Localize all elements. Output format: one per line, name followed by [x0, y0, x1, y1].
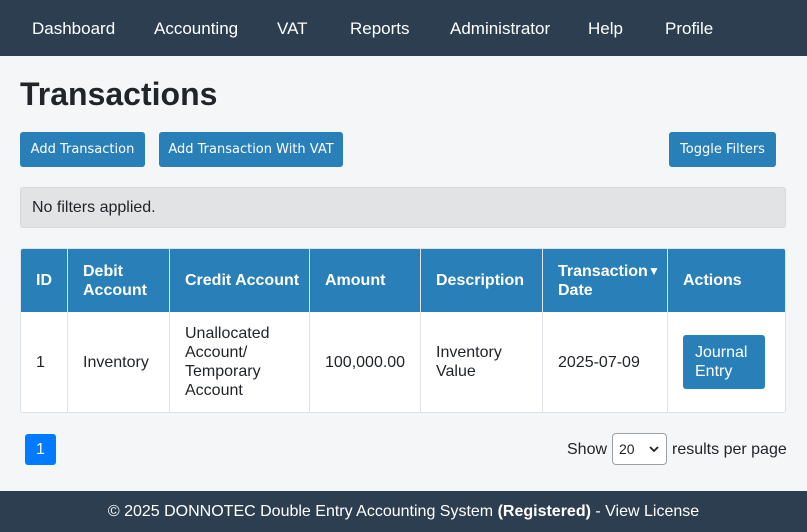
cell-transaction-date: 2025-07-09 [543, 312, 668, 412]
footer-copyright: © 2025 DONNOTEC Double Entry Accounting … [107, 502, 494, 520]
view-license-link[interactable]: View License [605, 503, 699, 521]
column-header-actions: Actions [683, 272, 742, 289]
column-header-description[interactable]: Description [421, 249, 543, 312]
nav-administrator[interactable]: Administrator [450, 19, 550, 39]
filter-status-text: No filters applied. [32, 199, 156, 216]
footer-separator: - [595, 502, 601, 520]
page-title: Transactions [20, 76, 218, 112]
nav-dashboard[interactable]: Dashboard [32, 19, 115, 39]
filter-status-bar: No filters applied. [20, 187, 786, 228]
cell-credit-account: Unallocated Account/ Temporary Account [170, 312, 310, 412]
nav-help[interactable]: Help [588, 19, 623, 39]
cell-id: 1 [21, 312, 68, 412]
cell-actions: Journal Entry [668, 312, 785, 412]
show-label: Show [567, 441, 608, 458]
cell-description: Inventory Value [421, 312, 543, 412]
footer: © 2025 DONNOTEC Double Entry Accounting … [0, 491, 807, 532]
table-row: 1 Inventory Unallocated Account/ Tempora… [21, 312, 785, 412]
chevron-down-icon [649, 446, 659, 453]
nav-accounting[interactable]: Accounting [154, 19, 238, 39]
results-per-page-select[interactable]: 20 [612, 433, 667, 465]
sort-desc-icon: ▼ [648, 264, 660, 278]
nav-profile[interactable]: Profile [665, 19, 713, 39]
table-header-row: ID Debit Account Credit Account Amount D… [21, 249, 785, 312]
column-header-amount[interactable]: Amount [310, 249, 421, 312]
nav-reports[interactable]: Reports [350, 19, 410, 39]
toggle-filters-button[interactable]: Toggle Filters [669, 132, 776, 167]
cell-debit-account: Inventory [68, 312, 170, 412]
pagination-page-1[interactable]: 1 [25, 434, 56, 465]
journal-entry-button[interactable]: Journal Entry [683, 335, 765, 389]
transactions-table: ID Debit Account Credit Account Amount D… [20, 248, 786, 413]
top-navbar: Dashboard Accounting VAT Reports Adminis… [0, 0, 807, 56]
cell-amount: 100,000.00 [310, 312, 421, 412]
column-header-transaction-date[interactable]: Transaction Date ▼ [543, 249, 668, 312]
nav-vat[interactable]: VAT [277, 19, 308, 39]
results-per-page-label: results per page [672, 441, 787, 458]
column-header-debit-account[interactable]: Debit Account [68, 249, 170, 312]
add-transaction-with-vat-button[interactable]: Add Transaction With VAT [159, 132, 343, 167]
footer-registered-status: (Registered) [497, 502, 591, 520]
column-header-credit-account[interactable]: Credit Account [170, 249, 310, 312]
column-header-id[interactable]: ID [21, 249, 68, 312]
per-page-value: 20 [619, 441, 635, 457]
add-transaction-button[interactable]: Add Transaction [20, 132, 145, 167]
